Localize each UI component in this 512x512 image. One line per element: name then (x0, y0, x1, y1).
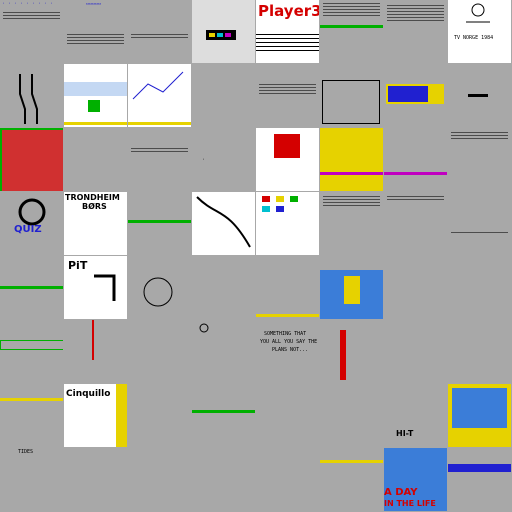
thumbnail-r4c2[interactable] (128, 256, 191, 319)
thumbnail-r2c3[interactable]: · (192, 128, 255, 191)
thumbnail-r4c5[interactable] (320, 256, 383, 319)
message-line-2: YOU ALL YOU SAY THE (260, 339, 318, 345)
thumbnail-r0c5[interactable] (320, 0, 383, 63)
thumbnail-r1c6[interactable] (384, 64, 447, 127)
thumbnail-r5c3[interactable] (192, 320, 255, 383)
thumbnail-r2c2[interactable] (128, 128, 191, 191)
thumbnail-r7c0[interactable]: TIDES (0, 448, 63, 511)
thumbnail-r6c4[interactable] (256, 384, 319, 447)
thumbnail-r7c5[interactable] (320, 448, 383, 511)
thumbnail-r5c5[interactable] (320, 320, 383, 383)
center-message-tile[interactable]: SOMETHING THAT YOU ALL YOU SAY THE PLANS… (256, 320, 319, 383)
hi-t-title: HI-T (396, 429, 414, 438)
thumbnail-r5c1[interactable] (64, 320, 127, 383)
thumbnail-r3c4[interactable] (256, 192, 319, 255)
thumbnail-r2c6[interactable] (384, 128, 447, 191)
thumbnail-r7c6[interactable]: A DAY IN THE LIFE (384, 448, 447, 511)
thumbnail-r3c1[interactable]: TRONDHEIM BØRS (64, 192, 127, 255)
thumbnail-r5c7[interactable] (448, 320, 511, 383)
thumbnail-r6c6[interactable]: HI-T (384, 384, 447, 447)
thumbnail-r6c0[interactable] (0, 384, 63, 447)
thumbnail-r3c2[interactable] (128, 192, 191, 255)
thumbnail-r1c1[interactable] (64, 64, 127, 127)
thumbnail-r3c6[interactable] (384, 192, 447, 255)
thumbnail-r0c0[interactable]: · · · · · · · · · (0, 0, 63, 63)
trondheim-title: TRONDHEIM (65, 193, 120, 202)
thumbnail-r0c6[interactable] (384, 0, 447, 63)
thumbnail-r6c5[interactable] (320, 384, 383, 447)
thumbnail-r5c2[interactable] (128, 320, 191, 383)
thumbnail-r3c0[interactable]: QUIZ (0, 192, 63, 255)
thumbnail-r1c5[interactable] (320, 64, 383, 127)
thumbnail-r0c1[interactable]: ▭▭▭▭▭ (64, 0, 127, 63)
quiz-title: QUIZ (14, 224, 42, 235)
tile-heading: · · · · · · · · · (2, 1, 54, 7)
logo-caption: TV NORGE 1984 (454, 35, 494, 41)
thumbnail-r7c7[interactable] (448, 448, 511, 511)
thumbnail-r4c3[interactable] (192, 256, 255, 319)
thumbnail-r3c5[interactable] (320, 192, 383, 255)
thumbnail-r1c2[interactable] (128, 64, 191, 127)
message-line-3: PLANS NOT... (272, 347, 309, 353)
thumbnail-r7c4[interactable] (256, 448, 319, 511)
thumbnail-r3c7[interactable] (448, 192, 511, 255)
thumbnail-r7c1[interactable] (64, 448, 127, 511)
thumbnail-r2c5[interactable] (320, 128, 383, 191)
thumbnail-r0c4[interactable]: Player3 (256, 0, 319, 63)
thumbnail-r6c7[interactable] (448, 384, 511, 447)
in-the-life-title: IN THE LIFE (384, 499, 436, 508)
thumbnail-r0c7[interactable]: TV NORGE 1984 (448, 0, 511, 63)
thumbnail-r2c4[interactable] (256, 128, 319, 191)
cinquillo-title: Cinquillo (66, 389, 111, 399)
thumbnail-r1c3[interactable] (192, 64, 255, 127)
player-title: Player3 (258, 2, 319, 20)
thumbnail-grid: · · · · · · · · · ▭▭▭▭▭ Player3 TV NORGE… (0, 0, 512, 512)
thumbnail-r2c7[interactable] (448, 128, 511, 191)
thumbnail-r0c3[interactable] (192, 0, 255, 63)
thumbnail-r1c7[interactable] (448, 64, 511, 127)
thumbnail-r1c0[interactable] (0, 64, 63, 127)
thumbnail-r6c2[interactable] (128, 384, 191, 447)
tides-title: TIDES (18, 449, 34, 455)
thumbnail-r0c2[interactable] (128, 0, 191, 63)
message-line-1: SOMETHING THAT (264, 331, 307, 337)
thumbnail-r7c3[interactable] (192, 448, 255, 511)
thumbnail-r2c0[interactable] (0, 128, 63, 191)
thumbnail-r2c1[interactable] (64, 128, 127, 191)
thumbnail-r7c2[interactable] (128, 448, 191, 511)
thumbnail-r4c1[interactable]: PiT (64, 256, 127, 319)
thumbnail-r4c7[interactable] (448, 256, 511, 319)
thumbnail-r6c3[interactable] (192, 384, 255, 447)
dot-marker: · (202, 157, 206, 163)
thumbnail-r5c6[interactable] (384, 320, 447, 383)
bors-title: BØRS (82, 202, 107, 211)
thumbnail-r3c3[interactable] (192, 192, 255, 255)
thumbnail-r6c1[interactable]: Cinquillo (64, 384, 127, 447)
thumbnail-r4c6[interactable] (384, 256, 447, 319)
thumbnail-r4c0[interactable] (0, 256, 63, 319)
thumbnail-r1c4[interactable] (256, 64, 319, 127)
thumbnail-r5c0[interactable] (0, 320, 63, 383)
thumbnail-r4c4[interactable] (256, 256, 319, 319)
a-day-title: A DAY (384, 487, 418, 498)
